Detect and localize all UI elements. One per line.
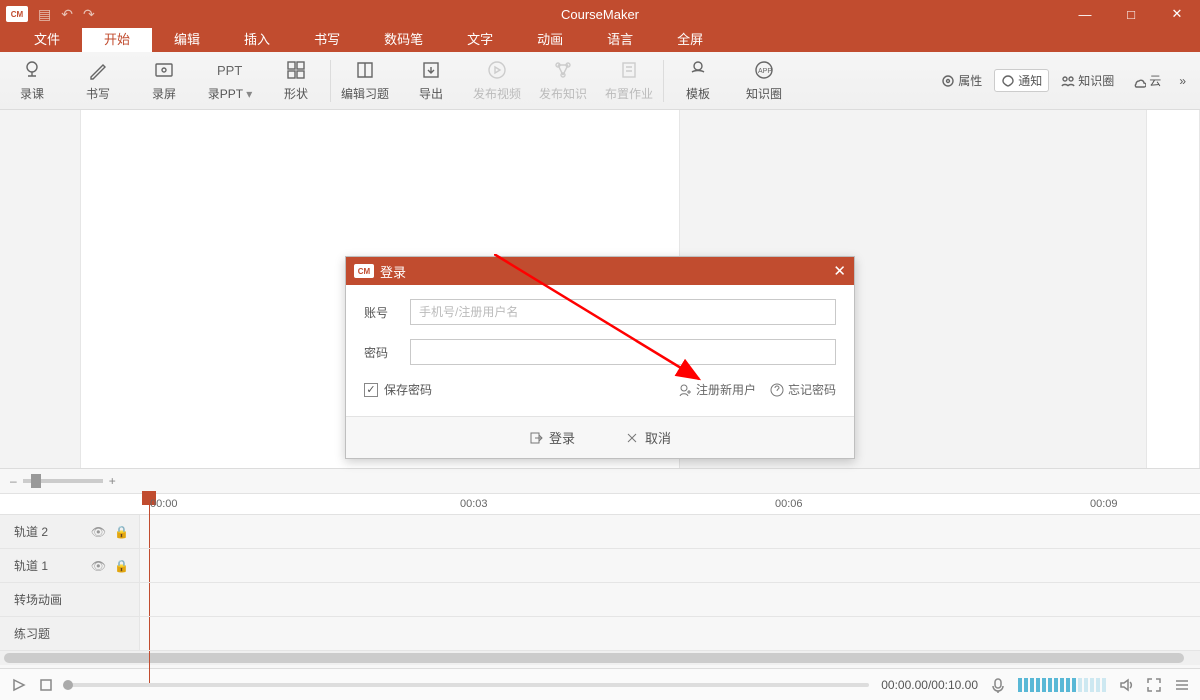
tick-label: 00:09 xyxy=(1090,498,1118,510)
volume-meter xyxy=(1018,678,1106,692)
cloud-tool[interactable]: 云 xyxy=(1126,70,1167,91)
template-button[interactable]: 模板 xyxy=(674,59,722,102)
tab-insert[interactable]: 插入 xyxy=(222,25,292,52)
zoom-out-button[interactable]: – xyxy=(10,474,17,488)
tab-write[interactable]: 书写 xyxy=(292,25,362,52)
circle-tool[interactable]: 知识圈 xyxy=(1055,70,1120,91)
properties-tool[interactable]: 属性 xyxy=(935,70,988,91)
side-panel-handle[interactable] xyxy=(1146,110,1200,468)
lock-icon[interactable]: 🔒 xyxy=(114,525,129,539)
close-button[interactable]: ✕ xyxy=(1154,0,1200,28)
tab-anim[interactable]: 动画 xyxy=(515,25,585,52)
knowledge-circle-button[interactable]: APP知识圈 xyxy=(740,59,788,102)
ribbon-toolbar: 录课 书写 录屏 PPT录PPT ▾ 形状 编辑习题 导出 发布视频 发布知识 … xyxy=(0,52,1200,110)
app-title: CourseMaker xyxy=(0,7,1200,22)
password-label: 密码 xyxy=(364,344,400,361)
timeline-ruler[interactable]: 00:00 00:03 00:06 00:09 xyxy=(0,493,1200,515)
app-logo-icon: CM xyxy=(354,264,374,278)
tick-label: 00:03 xyxy=(460,498,488,510)
title-bar: CM ▤ ↶ ↷ CourseMaker — □ ✕ xyxy=(0,0,1200,28)
ppt-button[interactable]: PPT录PPT ▾ xyxy=(206,59,254,102)
speaker-icon[interactable] xyxy=(1118,677,1134,693)
login-button[interactable]: 登录 xyxy=(529,428,575,447)
dialog-close-button[interactable]: ✕ xyxy=(833,262,846,280)
tick-label: 00:06 xyxy=(775,498,803,510)
settings-icon[interactable] xyxy=(1174,677,1190,693)
track-head: 轨道 1👁🔒 xyxy=(0,549,140,582)
visibility-icon[interactable]: 👁 xyxy=(91,525,106,539)
maximize-button[interactable]: □ xyxy=(1108,0,1154,28)
dialog-titlebar[interactable]: CM 登录 ✕ xyxy=(346,257,854,285)
tab-text[interactable]: 文字 xyxy=(445,25,515,52)
redo-icon[interactable]: ↷ xyxy=(83,6,95,23)
cancel-button[interactable]: 取消 xyxy=(625,428,671,447)
notify-tool[interactable]: 通知 xyxy=(994,69,1049,92)
visibility-icon[interactable]: 👁 xyxy=(91,559,106,573)
tab-edit[interactable]: 编辑 xyxy=(152,25,222,52)
register-link[interactable]: 注册新用户 xyxy=(678,381,756,398)
mic-icon[interactable] xyxy=(990,677,1006,693)
timecode: 00:00.00/00:10.00 xyxy=(881,678,978,692)
exercise-button[interactable]: 编辑习题 xyxy=(341,59,389,102)
lock-icon[interactable]: 🔒 xyxy=(114,559,129,573)
forgot-password-link[interactable]: 忘记密码 xyxy=(770,381,836,398)
dialog-title: 登录 xyxy=(380,262,406,281)
remember-checkbox[interactable]: ✓保存密码 xyxy=(364,381,432,398)
app-logo-icon: CM xyxy=(6,6,28,22)
tab-pen[interactable]: 数码笔 xyxy=(362,25,445,52)
status-bar: 00:00.00/00:10.00 xyxy=(0,668,1200,700)
minimize-button[interactable]: — xyxy=(1062,0,1108,28)
publish-video-button[interactable]: 发布视频 xyxy=(473,59,521,102)
window-controls: — □ ✕ xyxy=(1062,0,1200,28)
more-tool[interactable]: » xyxy=(1173,72,1192,90)
tick-label: 00:00 xyxy=(150,498,178,510)
svg-text:APP: APP xyxy=(758,68,772,75)
password-input[interactable] xyxy=(410,339,836,365)
tab-start[interactable]: 开始 xyxy=(82,25,152,52)
dropdown-icon[interactable]: ▾ xyxy=(246,87,252,101)
export-button[interactable]: 导出 xyxy=(407,59,455,102)
timeline-hscrollbar[interactable] xyxy=(0,651,1200,665)
tab-fullscreen[interactable]: 全屏 xyxy=(655,25,725,52)
timeline-panel: – + 00:00 00:03 00:06 00:09 轨道 2👁🔒 轨道 1👁… xyxy=(0,468,1200,668)
fullscreen-icon[interactable] xyxy=(1146,677,1162,693)
track-row[interactable]: 练习题 xyxy=(0,617,1200,651)
login-dialog: CM 登录 ✕ 账号 密码 ✓保存密码 注册新用户 忘记密码 登录 取消 xyxy=(345,256,855,459)
svg-text:PPT: PPT xyxy=(217,63,242,78)
save-icon[interactable]: ▤ xyxy=(38,6,51,23)
record-button[interactable]: 录课 xyxy=(8,59,56,102)
stop-icon[interactable] xyxy=(38,677,54,693)
track-head: 练习题 xyxy=(0,617,140,650)
track-head: 转场动画 xyxy=(0,583,140,616)
account-input[interactable] xyxy=(410,299,836,325)
assign-homework-button[interactable]: 布置作业 xyxy=(605,59,653,102)
write-button[interactable]: 书写 xyxy=(74,59,122,102)
menu-bar: 文件 开始 编辑 插入 书写 数码笔 文字 动画 语言 全屏 xyxy=(0,28,1200,52)
quick-access-toolbar: ▤ ↶ ↷ xyxy=(38,6,95,23)
undo-icon[interactable]: ↶ xyxy=(61,6,73,23)
publish-knowledge-button[interactable]: 发布知识 xyxy=(539,59,587,102)
track-row[interactable]: 转场动画 xyxy=(0,583,1200,617)
zoom-slider[interactable] xyxy=(23,479,103,483)
track-row[interactable]: 轨道 2👁🔒 xyxy=(0,515,1200,549)
screenrec-button[interactable]: 录屏 xyxy=(140,59,188,102)
timeline-zoom: – + xyxy=(0,469,1200,493)
track-row[interactable]: 轨道 1👁🔒 xyxy=(0,549,1200,583)
tab-file[interactable]: 文件 xyxy=(12,25,82,52)
ribbon-right-tools: 属性 通知 知识圈 云 » xyxy=(935,69,1192,92)
zoom-in-button[interactable]: + xyxy=(109,474,116,488)
playback-progress[interactable] xyxy=(66,683,869,687)
account-label: 账号 xyxy=(364,304,400,321)
tab-lang[interactable]: 语言 xyxy=(585,25,655,52)
play-icon[interactable] xyxy=(10,677,26,693)
track-head: 轨道 2👁🔒 xyxy=(0,515,140,548)
shape-button[interactable]: 形状 xyxy=(272,59,320,102)
